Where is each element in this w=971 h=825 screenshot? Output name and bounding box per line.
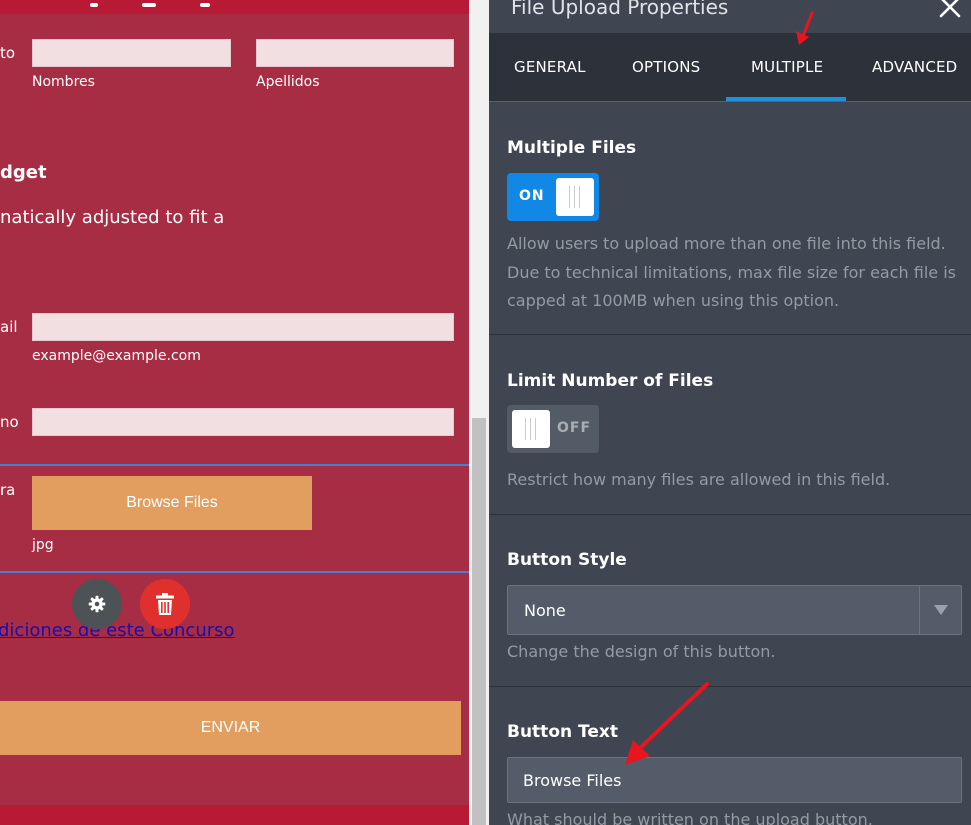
- dropdown-arrow[interactable]: [919, 586, 961, 634]
- last-name-sublabel: Apellidos: [256, 74, 320, 90]
- close-panel-button[interactable]: [937, 0, 963, 20]
- scrollbar-thumb[interactable]: [472, 418, 486, 825]
- form-footer-strip: [0, 805, 469, 825]
- field-settings-button[interactable]: [72, 579, 122, 629]
- button-style-value: None: [524, 601, 566, 620]
- terms-link[interactable]: diciones de este Concurso: [0, 620, 235, 641]
- button-style-title: Button Style: [507, 550, 627, 570]
- form-header-strip: [0, 0, 469, 14]
- limit-files-toggle[interactable]: OFF: [507, 405, 599, 453]
- tab-advanced[interactable]: ADVANCED: [872, 58, 957, 76]
- upload-sublabel: jpg: [32, 537, 54, 553]
- limit-files-description: Restrict how many files are allowed in t…: [507, 470, 891, 489]
- tab-general[interactable]: GENERAL: [514, 58, 586, 76]
- limit-files-title: Limit Number of Files: [507, 371, 714, 391]
- button-text-title: Button Text: [507, 722, 618, 742]
- tab-multiple[interactable]: MULTIPLE: [751, 58, 823, 76]
- multiple-files-toggle[interactable]: ON: [507, 173, 599, 221]
- dropdown-arrow-icon: [933, 605, 948, 615]
- first-name-sublabel: Nombres: [32, 74, 95, 90]
- email-label: ail: [0, 318, 18, 336]
- email-input[interactable]: [32, 313, 454, 341]
- section-divider: [489, 514, 971, 515]
- email-sublabel: example@example.com: [32, 348, 201, 364]
- section-divider: [489, 686, 971, 687]
- toggle-state-label: OFF: [557, 420, 592, 436]
- toggle-knob: [512, 410, 550, 448]
- form-scrollbar[interactable]: [469, 0, 489, 825]
- properties-panel: File Upload Properties GENERAL OPTIONS M…: [489, 0, 971, 825]
- toggle-state-label: ON: [519, 188, 545, 204]
- upload-label: ra: [0, 481, 16, 499]
- first-name-input[interactable]: [32, 39, 231, 67]
- button-style-select[interactable]: None: [507, 585, 962, 635]
- section-divider: [489, 334, 971, 335]
- selected-field-top-border: [0, 464, 469, 466]
- full-name-label: to: [0, 44, 16, 62]
- submit-button[interactable]: ENVIAR: [0, 701, 461, 755]
- form-canvas: to Nombres Apellidos dget natically adju…: [0, 0, 469, 825]
- selected-field-bottom-border: [0, 571, 469, 573]
- panel-tabs: GENERAL OPTIONS MULTIPLE ADVANCED: [489, 33, 971, 102]
- gear-icon: [88, 595, 106, 613]
- delete-field-button[interactable]: [140, 579, 190, 629]
- phone-label: no: [0, 413, 19, 431]
- active-tab-indicator: [726, 97, 846, 101]
- last-name-input[interactable]: [256, 39, 454, 67]
- close-icon: [939, 0, 961, 18]
- button-text-description: What should be written on the upload but…: [507, 810, 873, 825]
- tab-options[interactable]: OPTIONS: [632, 58, 700, 76]
- toggle-knob: [556, 178, 594, 216]
- button-style-description: Change the design of this button.: [507, 642, 776, 661]
- browse-files-button[interactable]: Browse Files: [32, 476, 312, 530]
- multiple-files-title: Multiple Files: [507, 138, 637, 158]
- widget-heading: dget: [0, 162, 47, 183]
- phone-input[interactable]: [32, 408, 454, 436]
- multiple-files-description: Allow users to upload more than one file…: [507, 234, 956, 310]
- widget-description: natically adjusted to fit a: [0, 207, 225, 228]
- button-text-input[interactable]: [507, 757, 962, 803]
- panel-title: File Upload Properties: [511, 0, 729, 19]
- trash-icon: [156, 593, 174, 615]
